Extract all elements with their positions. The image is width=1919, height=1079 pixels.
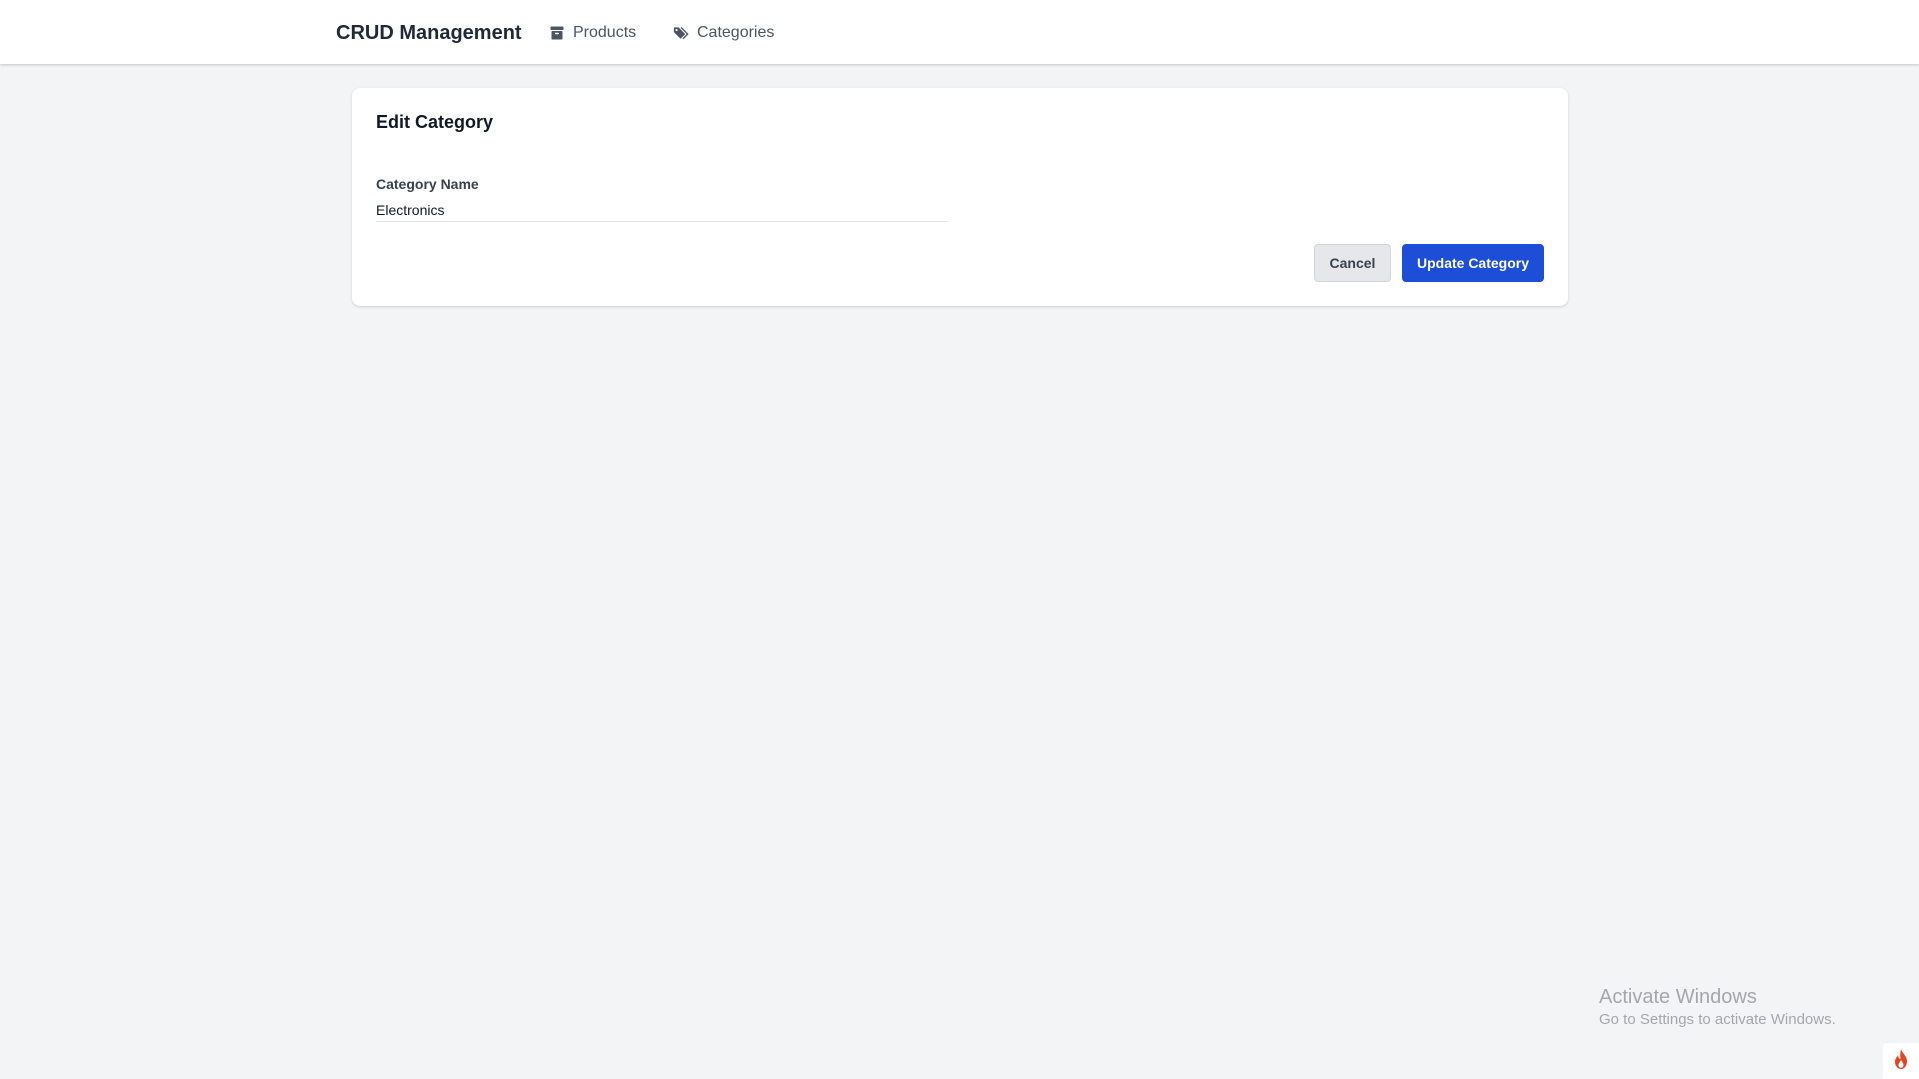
- update-category-button[interactable]: Update Category: [1402, 244, 1544, 282]
- flame-icon: [1892, 1048, 1910, 1075]
- flame-badge[interactable]: [1883, 1043, 1919, 1079]
- cancel-button[interactable]: Cancel: [1314, 244, 1391, 282]
- nav-link-products[interactable]: Products: [549, 22, 636, 44]
- category-name-label: Category Name: [376, 176, 479, 192]
- form-title: Edit Category: [376, 112, 494, 132]
- watermark-title: Activate Windows: [1599, 986, 1757, 1008]
- edit-category-card: Edit Category Category Name Cancel Updat…: [352, 88, 1568, 306]
- tags-icon: [673, 25, 689, 41]
- nav-link-label: Categories: [697, 24, 775, 41]
- category-name-input[interactable]: [376, 198, 948, 222]
- top-navbar: CRUD Management Products Categories: [0, 0, 1919, 64]
- watermark-subtitle: Go to Settings to activate Windows.: [1599, 1011, 1836, 1028]
- nav-link-categories[interactable]: Categories: [673, 22, 774, 44]
- box-icon: [549, 25, 565, 41]
- nav-link-label: Products: [573, 24, 637, 41]
- brand-title[interactable]: CRUD Management: [336, 20, 522, 46]
- activate-windows-watermark: Activate Windows Go to Settings to activ…: [1599, 984, 1836, 1030]
